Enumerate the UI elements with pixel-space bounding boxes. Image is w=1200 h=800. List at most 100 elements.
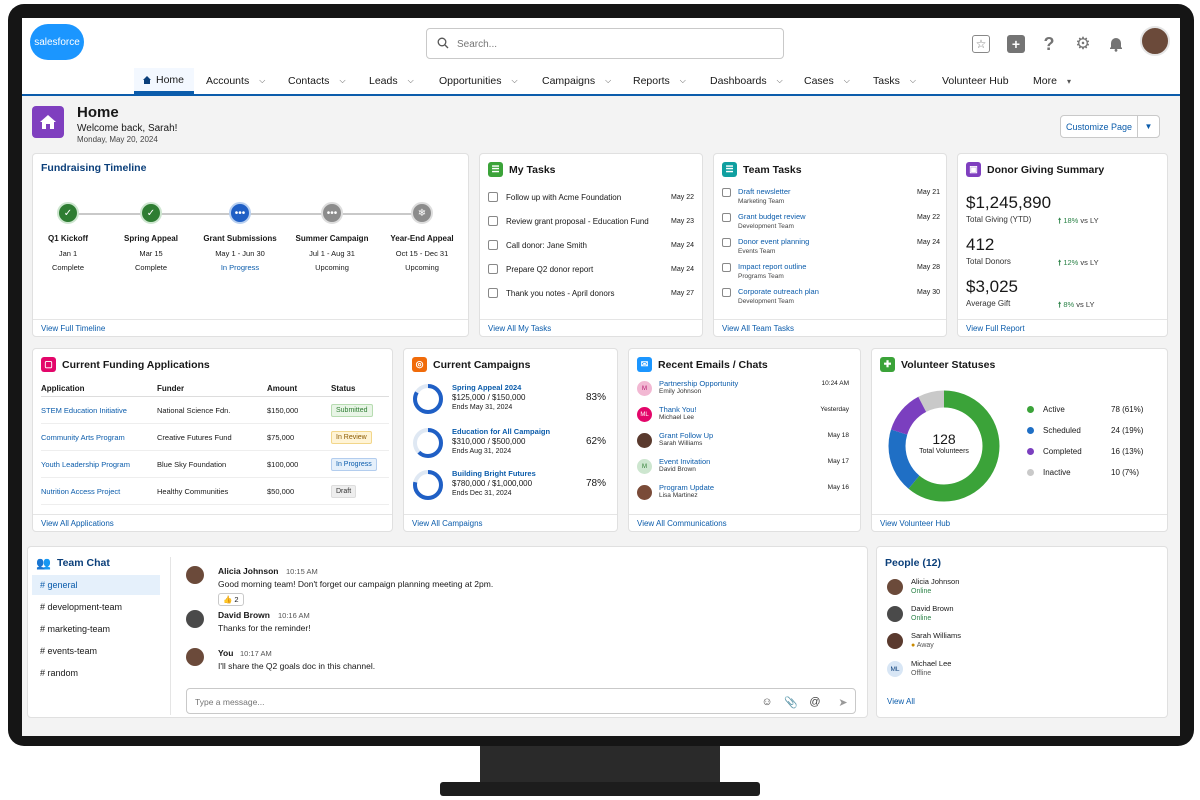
view-all-my-tasks-link[interactable]: View All My Tasks [480,319,702,336]
mention-icon[interactable]: @ [807,694,823,710]
task-row[interactable]: Review grant proposal - Education Fund Ma… [488,213,694,229]
view-all-communications-link[interactable]: View All Communications [629,514,860,531]
nav-campaigns[interactable]: Campaigns ⌵ [542,68,611,94]
help-question-icon[interactable]: ? [1038,33,1060,55]
email-row[interactable]: Grant Follow Up Sarah Williams May 18 [637,431,849,457]
milestone[interactable]: ✓ Spring Appeal Mar 15 Complete [107,202,195,272]
settings-gear-icon[interactable]: ⚙ [1072,33,1094,55]
campaign-name[interactable]: Spring Appeal 2024 [452,383,521,392]
task-checkbox[interactable] [722,263,731,272]
nav-opportunities[interactable]: Opportunities ⌵ [439,68,518,94]
message-input[interactable] [195,695,695,709]
team-task-row[interactable]: Draft newsletter Marketing Team May 21 [722,187,940,205]
nav-accounts[interactable]: Accounts ⌵ [206,68,265,94]
task-row[interactable]: Prepare Q2 donor report May 24 [488,261,694,277]
email-subject[interactable]: Grant Follow Up [659,431,713,440]
caret-down-icon[interactable]: ▾ [1067,77,1071,86]
view-all-people-link[interactable]: View All [887,697,915,706]
nav-more[interactable]: More ▾ [1033,68,1071,94]
user-avatar[interactable] [1140,26,1170,56]
task-checkbox[interactable] [488,240,498,250]
nav-home[interactable]: Home [134,68,194,94]
customize-page-button[interactable]: Customize Page [1060,115,1138,138]
chevron-down-icon[interactable]: ⌵ [680,76,686,86]
nav-dashboards[interactable]: Dashboards ⌵ [710,68,783,94]
nav-contacts[interactable]: Contacts ⌵ [288,68,346,94]
chevron-down-icon[interactable]: ⌵ [777,76,783,86]
email-row[interactable]: M Partnership Opportunity Emily Johnson 10:… [637,379,849,405]
chevron-down-icon[interactable]: ⌵ [910,76,916,86]
application-link[interactable]: Youth Leadership Program [41,450,157,478]
team-task-row[interactable]: Donor event planning Events Team May 24 [722,237,940,255]
milestone[interactable]: ••• Summer Campaign Jul 1 - Aug 31 Upcom… [288,202,376,272]
nav-cases[interactable]: Cases ⌵ [804,68,850,94]
channel-general[interactable]: # general [32,575,160,595]
task-checkbox[interactable] [488,264,498,274]
email-row[interactable]: M Event Invitation David Brown May 17 [637,457,849,483]
task-checkbox[interactable] [722,213,731,222]
view-volunteer-hub-link[interactable]: View Volunteer Hub [872,514,1167,531]
nav-reports[interactable]: Reports ⌵ [633,68,686,94]
task-checkbox[interactable] [722,188,731,197]
task-checkbox[interactable] [488,288,498,298]
campaign-row[interactable]: Spring Appeal 2024 $125,000 / $150,000 E… [412,383,612,419]
notifications-bell-icon[interactable] [1105,33,1127,55]
team-task-label[interactable]: Corporate outreach plan [722,287,940,296]
application-link[interactable]: Nutrition Access Project [41,477,157,505]
milestone[interactable]: ••• Grant Submissions May 1 - Jun 30 In … [196,202,284,272]
channel-random[interactable]: # random [32,663,160,683]
view-all-applications-link[interactable]: View All Applications [33,514,392,531]
task-row[interactable]: Thank you notes - April donors May 27 [488,285,694,301]
chevron-down-icon[interactable]: ⌵ [511,76,517,86]
email-subject[interactable]: Partnership Opportunity [659,379,738,388]
email-subject[interactable]: Program Update [659,483,714,492]
application-link[interactable]: STEM Education Initiative [41,396,157,424]
team-task-label[interactable]: Grant budget review [722,212,940,221]
person-row[interactable]: Sarah Williams ● Away [887,631,1157,655]
view-full-report-link[interactable]: View Full Report [958,319,1167,336]
favorites-star-icon[interactable]: ☆ [970,33,992,55]
attachment-icon[interactable]: 📎 [783,694,799,710]
add-plus-icon[interactable]: + [1005,33,1027,55]
email-subject[interactable]: Event Invitation [659,457,710,466]
email-row[interactable]: Program Update Lisa Martinez May 16 [637,483,849,509]
task-checkbox[interactable] [722,238,731,247]
milestone[interactable]: ❄ Year-End Appeal Oct 15 - Dec 31 Upcomi… [378,202,466,272]
channel-events-team[interactable]: # events-team [32,641,160,661]
team-task-row[interactable]: Impact report outline Programs Team May 28 [722,262,940,280]
nav-leads[interactable]: Leads ⌵ [369,68,414,94]
customize-dropdown-button[interactable]: ▼ [1137,115,1160,138]
chevron-down-icon[interactable]: ⌵ [605,76,611,86]
email-row[interactable]: ML Thank You! Michael Lee Yesterday [637,405,849,431]
task-row[interactable]: Call donor: Jane Smith May 24 [488,237,694,253]
chevron-down-icon[interactable]: ⌵ [339,76,345,86]
task-row[interactable]: Follow up with Acme Foundation May 22 [488,189,694,205]
view-all-campaigns-link[interactable]: View All Campaigns [404,514,617,531]
team-task-label[interactable]: Impact report outline [722,262,940,271]
task-checkbox[interactable] [488,216,498,226]
person-row[interactable]: ML Michael Lee Offline [887,659,1157,683]
search-input[interactable] [457,35,767,53]
task-checkbox[interactable] [722,288,731,297]
view-all-team-tasks-link[interactable]: View All Team Tasks [714,319,946,336]
task-checkbox[interactable] [488,192,498,202]
milestone[interactable]: ✓ Q1 Kickoff Jan 1 Complete [24,202,112,272]
campaign-row[interactable]: Education for All Campaign $310,000 / $5… [412,427,612,463]
reaction-badge[interactable]: 👍 2 [218,593,244,606]
team-task-label[interactable]: Donor event planning [722,237,940,246]
chevron-down-icon[interactable]: ⌵ [408,76,414,86]
global-search[interactable] [426,28,784,59]
nav-tasks[interactable]: Tasks ⌵ [873,68,916,94]
team-task-row[interactable]: Corporate outreach plan Development Team M… [722,287,940,305]
chevron-down-icon[interactable]: ⌵ [844,76,850,86]
person-row[interactable]: Alicia Johnson Online [887,577,1157,601]
channel-development-team[interactable]: # development-team [32,597,160,617]
campaign-name[interactable]: Education for All Campaign [452,427,550,436]
chevron-down-icon[interactable]: ⌵ [259,76,265,86]
team-task-row[interactable]: Grant budget review Development Team May 2… [722,212,940,230]
view-full-timeline-link[interactable]: View Full Timeline [33,319,468,336]
send-icon[interactable]: ➤ [835,694,851,710]
campaign-row[interactable]: Building Bright Futures $780,000 / $1,00… [412,469,612,505]
channel-marketing-team[interactable]: # marketing-team [32,619,160,639]
emoji-icon[interactable]: ☺ [759,694,775,710]
